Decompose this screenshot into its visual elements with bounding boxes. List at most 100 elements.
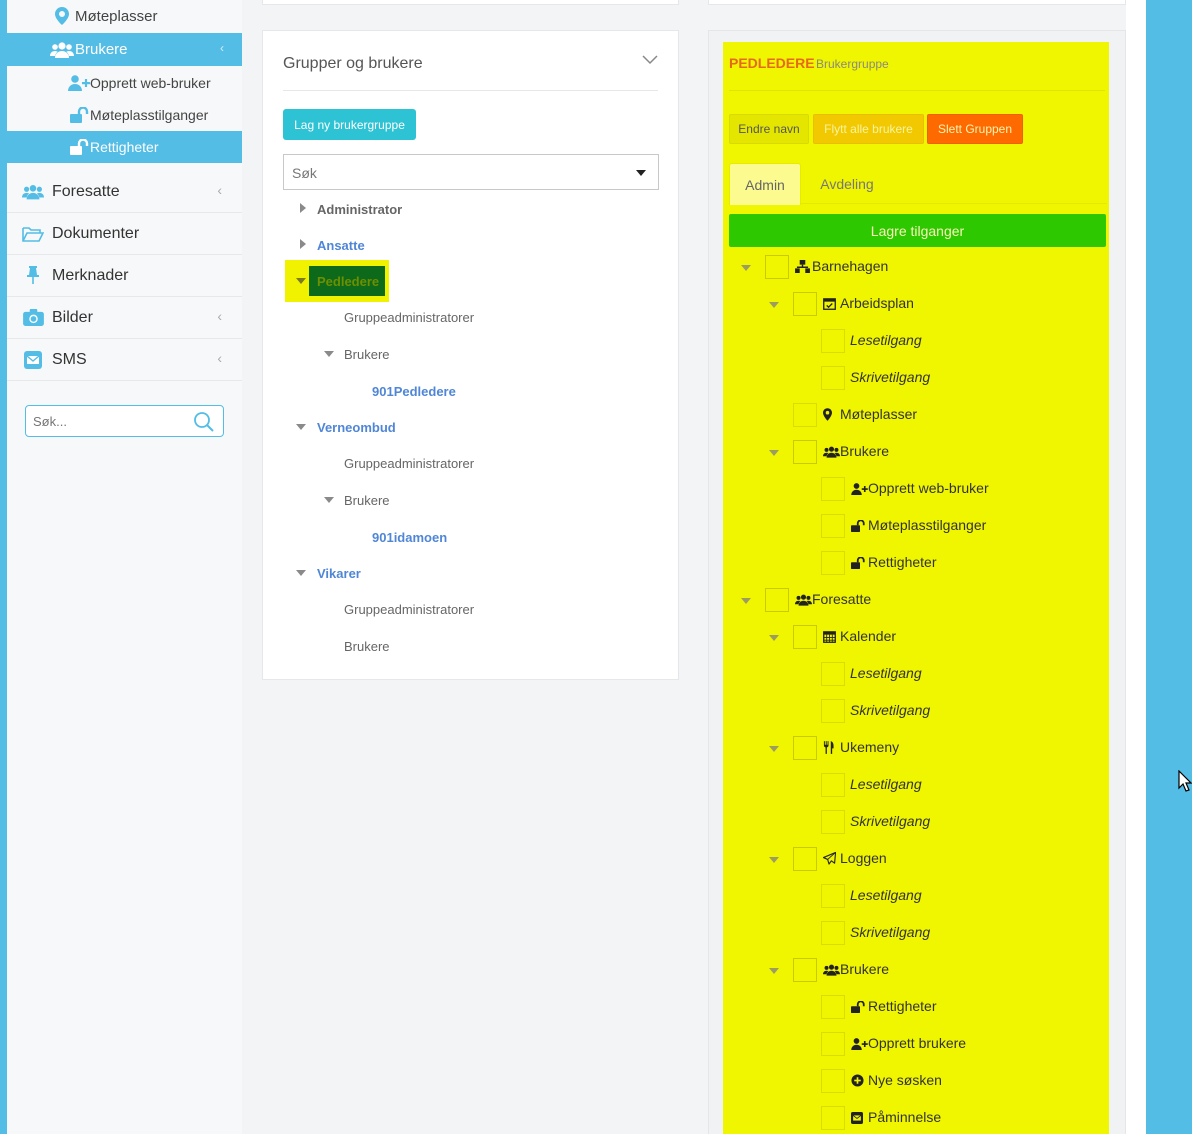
permission-checkbox[interactable] (793, 736, 817, 760)
sidebar-item-bilder[interactable]: Bilder ‹ (7, 297, 242, 339)
sidebar-item-rettigheter[interactable]: Rettigheter (7, 131, 242, 163)
permission-checkbox[interactable] (765, 588, 789, 612)
permission-item[interactable]: Brukere (823, 443, 889, 459)
sidebar-item-moteplasser[interactable]: Møteplasser (7, 0, 242, 32)
collapse-arrow-icon[interactable] (324, 497, 334, 503)
permission-item[interactable]: Lesetilgang (850, 887, 922, 903)
rename-button[interactable]: Endre navn (729, 114, 809, 144)
tree-node-brukere[interactable]: Brukere (344, 639, 390, 654)
collapse-arrow-icon[interactable] (741, 265, 751, 271)
expand-arrow-icon[interactable] (300, 203, 306, 213)
group-search-select[interactable]: Søk (283, 154, 659, 190)
permission-item[interactable]: Møteplasser (823, 406, 917, 422)
collapse-arrow-icon[interactable] (324, 351, 334, 357)
permission-item[interactable]: Lesetilgang (850, 332, 922, 348)
permission-checkbox[interactable] (793, 292, 817, 316)
permission-item[interactable]: Loggen (822, 850, 887, 866)
collapse-arrow-icon[interactable] (296, 278, 306, 284)
collapse-arrow-icon[interactable] (741, 598, 751, 604)
permission-checkbox[interactable] (821, 477, 845, 501)
permission-item[interactable]: Skrivetilgang (850, 813, 930, 829)
permission-checkbox[interactable] (821, 1032, 845, 1056)
permission-checkbox[interactable] (821, 699, 845, 723)
permission-item[interactable]: Kalender (823, 628, 896, 644)
permission-item[interactable]: Nye søsken (851, 1072, 942, 1088)
tab-admin[interactable]: Admin (729, 163, 801, 205)
sidebar-item-dokumenter[interactable]: Dokumenter (7, 213, 242, 255)
sidebar-item-opprett-web-bruker[interactable]: Opprett web-bruker (7, 67, 242, 99)
permission-item[interactable]: Påminnelse (851, 1109, 941, 1125)
permission-item[interactable]: Opprett brukere (851, 1035, 966, 1051)
permission-checkbox[interactable] (793, 440, 817, 464)
tree-user[interactable]: 901idamoen (372, 530, 447, 545)
permission-checkbox[interactable] (821, 514, 845, 538)
sidebar-item-label: Møteplasser (75, 7, 158, 25)
new-group-button[interactable]: Lag ny brukergruppe (283, 109, 416, 140)
collapse-arrow-icon[interactable] (769, 635, 779, 641)
permission-checkbox[interactable] (793, 403, 817, 427)
sidebar-item-moteplasstilganger[interactable]: Møteplasstilganger (7, 99, 242, 131)
delete-group-button[interactable]: Slett Gruppen (927, 114, 1023, 144)
permission-item[interactable]: Opprett web-bruker (851, 480, 989, 496)
permission-item[interactable]: Ukemeny (823, 739, 899, 755)
permission-checkbox[interactable] (821, 366, 845, 390)
permission-checkbox[interactable] (821, 810, 845, 834)
move-all-users-button[interactable]: Flytt alle brukere (813, 114, 924, 144)
permission-item[interactable]: Lesetilgang (850, 665, 922, 681)
collapse-arrow-icon[interactable] (769, 968, 779, 974)
permission-item[interactable]: Foresatte (795, 591, 871, 607)
permission-item[interactable]: Rettigheter (851, 554, 936, 570)
collapse-arrow-icon[interactable] (296, 570, 306, 576)
sidebar-search-input[interactable] (33, 406, 193, 436)
tree-node-gruppeadministratorer[interactable]: Gruppeadministratorer (344, 310, 474, 325)
sidebar-item-foresatte[interactable]: Foresatte ‹ (7, 171, 242, 213)
permission-item[interactable]: Møteplasstilganger (851, 517, 986, 533)
unlock-icon (851, 556, 867, 570)
permission-checkbox[interactable] (821, 773, 845, 797)
sidebar-item-sms[interactable]: SMS ‹ (7, 339, 242, 381)
tree-node-gruppeadministratorer[interactable]: Gruppeadministratorer (344, 602, 474, 617)
permission-item[interactable]: Brukere (823, 961, 889, 977)
paper-plane-icon (822, 851, 839, 866)
permission-checkbox[interactable] (793, 958, 817, 982)
sidebar-item-merknader[interactable]: Merknader (7, 255, 242, 297)
save-permissions-button[interactable]: Lagre tilganger (729, 214, 1106, 247)
permission-checkbox[interactable] (821, 921, 845, 945)
search-icon[interactable] (193, 411, 215, 433)
permission-item[interactable]: Barnehagen (795, 258, 888, 274)
collapse-arrow-icon[interactable] (769, 857, 779, 863)
tree-user[interactable]: 901Pedledere (372, 384, 456, 399)
permission-checkbox[interactable] (765, 255, 789, 279)
permission-item[interactable]: Arbeidsplan (823, 295, 914, 311)
permission-item[interactable]: Skrivetilgang (850, 369, 930, 385)
tree-group-administrator[interactable]: Administrator (317, 202, 402, 217)
permission-checkbox[interactable] (821, 995, 845, 1019)
expand-arrow-icon[interactable] (300, 239, 306, 249)
collapse-arrow-icon[interactable] (769, 450, 779, 456)
permission-checkbox[interactable] (821, 1106, 845, 1130)
permission-item[interactable]: Rettigheter (851, 998, 936, 1014)
permission-item[interactable]: Skrivetilgang (850, 924, 930, 940)
permission-checkbox[interactable] (821, 329, 845, 353)
sidebar-item-brukere[interactable]: Brukere ‹ (7, 33, 242, 66)
permission-checkbox[interactable] (821, 884, 845, 908)
collapse-arrow-icon[interactable] (769, 746, 779, 752)
tree-group-pedledere[interactable]: Pedledere (317, 274, 379, 289)
permission-checkbox[interactable] (821, 662, 845, 686)
permission-checkbox[interactable] (821, 551, 845, 575)
tree-group-verneombud[interactable]: Verneombud (317, 420, 396, 435)
permission-checkbox[interactable] (793, 625, 817, 649)
permission-item[interactable]: Lesetilgang (850, 776, 922, 792)
tree-group-ansatte[interactable]: Ansatte (317, 238, 365, 253)
tree-node-gruppeadministratorer[interactable]: Gruppeadministratorer (344, 456, 474, 471)
tree-group-vikarer[interactable]: Vikarer (317, 566, 361, 581)
tree-node-brukere[interactable]: Brukere (344, 347, 390, 362)
permission-checkbox[interactable] (821, 1069, 845, 1093)
tree-node-brukere[interactable]: Brukere (344, 493, 390, 508)
permission-item[interactable]: Skrivetilgang (850, 702, 930, 718)
collapse-arrow-icon[interactable] (296, 424, 306, 430)
tab-avdeling[interactable]: Avdeling (807, 163, 887, 205)
permission-checkbox[interactable] (793, 847, 817, 871)
collapse-arrow-icon[interactable] (769, 302, 779, 308)
chevron-down-icon[interactable] (642, 55, 658, 65)
